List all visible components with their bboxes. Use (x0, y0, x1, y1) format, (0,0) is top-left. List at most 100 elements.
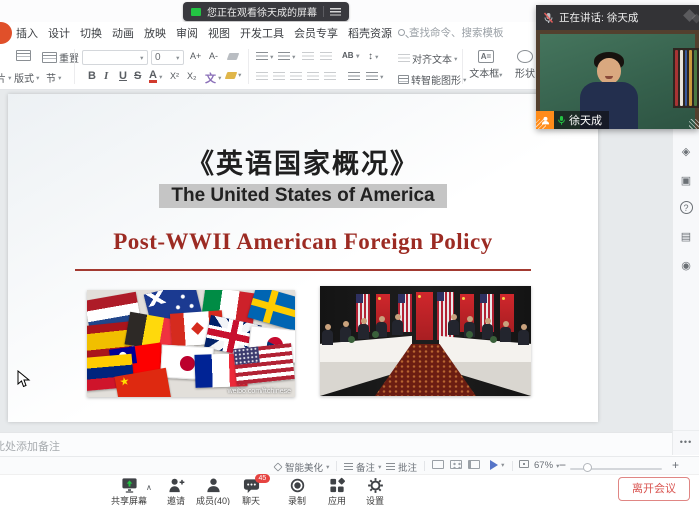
eraser-icon (227, 53, 240, 60)
tab-review[interactable]: 审阅 (176, 25, 198, 41)
help-icon[interactable]: ? (680, 201, 693, 214)
new-slide-button[interactable]: 片▾ (0, 70, 12, 85)
red-divider-line[interactable] (75, 269, 531, 271)
resize-handle[interactable] (536, 119, 546, 129)
align-right-button[interactable] (290, 72, 302, 81)
decrease-indent-button[interactable] (302, 52, 314, 61)
textbox-button[interactable]: A= 文本框▾ (468, 50, 504, 80)
zoom-level-button[interactable]: 67% ▾ (534, 460, 560, 471)
summit-photo-image[interactable] (320, 286, 531, 396)
strikethrough-button[interactable]: S (134, 70, 141, 82)
text-effect-button[interactable]: 文▾ (205, 70, 222, 86)
italic-button[interactable]: I (104, 70, 108, 82)
tab-view[interactable]: 视图 (208, 25, 230, 41)
zoom-slider-thumb[interactable] (583, 463, 592, 472)
grow-font-button[interactable]: A+ (190, 51, 201, 61)
notes-toggle-button[interactable]: 备注 ▾ (344, 460, 382, 474)
play-slideshow-button[interactable]: ▾ (490, 460, 505, 470)
feedback-icon[interactable]: ▤ (673, 230, 699, 243)
bold-button[interactable]: B (88, 70, 96, 82)
justify-button[interactable] (307, 72, 319, 81)
chevron-down-icon: ▾ (326, 463, 329, 470)
delegate (322, 330, 333, 345)
underline-button[interactable]: U (119, 70, 127, 82)
zoom-out-button[interactable]: − (559, 458, 566, 472)
highlighter-button[interactable]: ▾ (226, 71, 242, 79)
slide-canvas[interactable]: 《英语国家概况》 The United States of America Po… (8, 94, 598, 422)
notes-bar[interactable]: 单击此处添加备注 (0, 432, 672, 456)
slide-title[interactable]: 《英语国家概况》 (8, 142, 598, 181)
smart-graphic-button[interactable]: 转智能图形▾ (398, 72, 467, 87)
wps-logo[interactable] (0, 22, 12, 44)
font-family-select[interactable]: ▾ (82, 50, 148, 65)
slide-heading[interactable]: Post-WWII American Foreign Policy (8, 229, 598, 255)
tab-member[interactable]: 会员专享 (294, 25, 338, 41)
layout-gallery-button[interactable] (16, 50, 31, 61)
table-plant (372, 331, 379, 338)
table-plant (490, 336, 497, 343)
fit-to-window-button[interactable] (519, 460, 529, 468)
location-icon[interactable]: ◉ (673, 259, 699, 272)
column-spacing-button[interactable]: ▾ (366, 72, 384, 81)
layout-button[interactable]: 版式▾ (14, 70, 40, 85)
beautify-icon (273, 462, 282, 471)
ai-assistant-icon[interactable]: ◈ (673, 145, 699, 158)
hanging-china-flag (416, 292, 433, 340)
comments-button[interactable]: 批注 (386, 460, 417, 474)
align-left-button[interactable] (256, 72, 268, 81)
flags-collage-image[interactable]: weibo.com/ftchinese (87, 290, 295, 397)
section-button[interactable]: 节▾ (46, 70, 62, 85)
chevron-down-icon: ▾ (375, 53, 378, 60)
text-direction-button[interactable]: AB▾ (342, 51, 359, 60)
tab-animation[interactable]: 动画 (112, 25, 134, 41)
leave-meeting-button[interactable]: 离开会议 (618, 477, 690, 501)
settings-button[interactable]: 设置 (349, 477, 401, 505)
bullets-button[interactable]: ▾ (256, 52, 274, 61)
line-spacing-button[interactable]: ↕▾ (368, 51, 379, 62)
justify-icon (307, 72, 319, 81)
zoom-value: 67% (534, 460, 553, 471)
tab-docer[interactable]: 稻壳资源 (348, 25, 392, 41)
align-center-icon (273, 72, 285, 81)
clear-format-button[interactable] (228, 53, 238, 60)
normal-view-button[interactable] (432, 460, 444, 469)
screen: 您正在观看徐天成的屏幕 插入 设计 切换 动画 放映 审阅 视图 开发工具 会员… (0, 0, 699, 505)
play-icon (490, 460, 498, 470)
tab-design[interactable]: 设计 (48, 25, 70, 41)
chat-button[interactable]: 聊天 45 (225, 477, 277, 505)
slide-subtitle[interactable]: The United States of America (159, 184, 446, 208)
row-spacing-button[interactable] (348, 72, 360, 81)
banner-menu-icon[interactable] (330, 8, 341, 16)
superscript-button[interactable]: X² (170, 71, 179, 81)
shrink-font-icon: A- (209, 51, 218, 61)
align-center-button[interactable] (273, 72, 285, 81)
chevron-down-icon: ▾ (218, 74, 221, 81)
text-direction-icon: AB (342, 51, 354, 60)
increase-indent-button[interactable] (320, 52, 332, 61)
smart-beautify-button[interactable]: 智能美化 ▾ (274, 460, 330, 474)
tab-developer[interactable]: 开发工具 (240, 25, 284, 41)
shrink-font-button[interactable]: A- (209, 51, 218, 61)
tab-transition[interactable]: 切换 (80, 25, 102, 41)
align-text-icon (398, 54, 410, 63)
video-call-overlay[interactable]: 正在讲话: 徐天成 (536, 5, 699, 129)
align-text-button[interactable]: 对齐文本▾ (398, 51, 458, 66)
distribute-button[interactable] (324, 72, 336, 81)
copy-window-icon[interactable]: ▣ (673, 174, 699, 187)
participant-video[interactable]: 徐天成 (536, 30, 699, 129)
numbering-button[interactable]: ▾ (278, 52, 296, 61)
command-search[interactable]: 查找命令、搜索模板 (398, 25, 504, 40)
more-tools-icon[interactable]: ••• (673, 430, 699, 447)
subscript-button[interactable]: X₂ (187, 71, 197, 81)
font-color-button[interactable]: A▾ (149, 70, 162, 83)
tab-slideshow[interactable]: 放映 (144, 25, 166, 41)
slide-sorter-button[interactable] (450, 460, 462, 469)
font-size-select[interactable]: 0▾ (151, 50, 184, 65)
status-bar: 智能美化 ▾ 备注 ▾ 批注 ▾ 67% ▾ − + (0, 456, 699, 474)
search-placeholder: 查找命令、搜索模板 (409, 25, 504, 40)
resize-handle[interactable] (689, 119, 699, 129)
zoom-in-button[interactable]: + (672, 458, 679, 472)
tab-insert[interactable]: 插入 (16, 25, 38, 41)
slide-sorter-icon (450, 460, 462, 469)
reading-view-button[interactable] (468, 460, 480, 469)
